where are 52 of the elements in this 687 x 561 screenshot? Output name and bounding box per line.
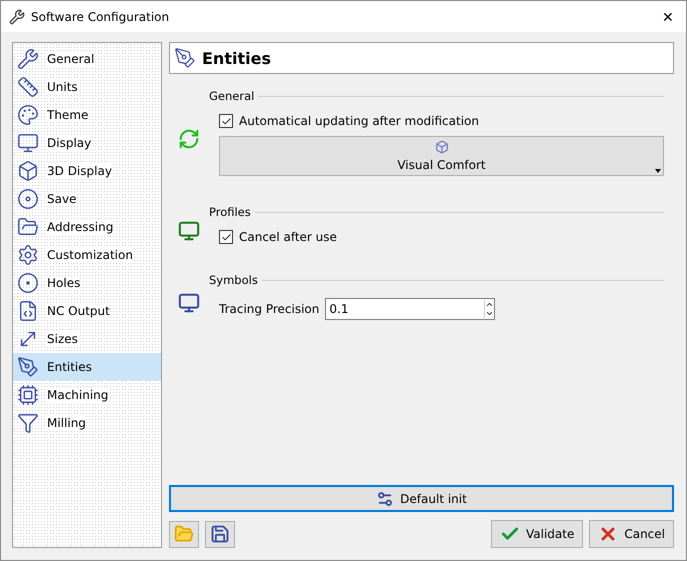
funnel-icon (17, 412, 39, 434)
validate-button[interactable]: Validate (490, 520, 584, 548)
app-icon (9, 8, 25, 24)
cancel-button[interactable]: Cancel (589, 520, 674, 548)
sidebar-item[interactable]: Machining (13, 381, 161, 409)
default-init-button[interactable]: Default init (169, 485, 674, 512)
sidebar-item[interactable]: NC Output (13, 297, 161, 325)
sidebar-item[interactable]: Entities (13, 353, 161, 381)
checkbox-label: Automatical updating after modification (239, 114, 479, 128)
spin-field[interactable]: 0.1 (325, 298, 496, 320)
sidebar-item[interactable]: Holes (13, 269, 161, 297)
file-icon (17, 300, 39, 322)
sidebar-item[interactable]: Addressing (13, 213, 161, 241)
palette-icon (17, 104, 39, 126)
folder-icon (17, 216, 39, 238)
save-icon (210, 524, 230, 544)
caret-icon (655, 169, 661, 173)
section-title: Symbols (209, 273, 258, 287)
chip-icon (17, 384, 39, 406)
section-title: General (209, 89, 254, 103)
sidebar-item[interactable]: Sizes (13, 325, 161, 353)
disc-icon (17, 188, 39, 210)
sidebar-item[interactable]: Theme (13, 101, 161, 129)
dropdown-button[interactable]: Visual Comfort (219, 136, 664, 176)
check-mark-icon (220, 232, 232, 242)
checkbox-label: Cancel after use (239, 230, 337, 244)
sidebar-item[interactable]: General (13, 45, 161, 73)
save-button[interactable] (205, 520, 235, 548)
monitor-icon (178, 220, 200, 242)
cube-icon (434, 140, 448, 154)
window-title: Software Configuration (31, 10, 170, 24)
monitor-icon (17, 132, 39, 154)
folder-icon (174, 524, 194, 544)
page-title: Entities (202, 48, 271, 68)
checkbox[interactable] (219, 114, 233, 128)
sidebar-item[interactable]: 3D Display (13, 157, 161, 185)
field-label: Tracing Precision (219, 302, 320, 316)
cube-icon (17, 160, 39, 182)
close-button[interactable]: ✕ (658, 8, 678, 24)
sidebar-item[interactable]: Display (13, 129, 161, 157)
sidebar-item[interactable]: Customization (13, 241, 161, 269)
refresh-icon (178, 128, 200, 150)
sidebar-item[interactable]: Milling (13, 409, 161, 437)
sidebar-item[interactable]: Save (13, 185, 161, 213)
ruler-icon (17, 76, 39, 98)
check-mark-icon (220, 116, 232, 126)
monitor-icon (178, 292, 200, 314)
pen-icon (174, 47, 196, 69)
sidebar-item[interactable]: Units (13, 73, 161, 101)
section-title: Profiles (209, 205, 251, 219)
checkbox[interactable] (219, 230, 233, 244)
pen-icon (17, 356, 39, 378)
